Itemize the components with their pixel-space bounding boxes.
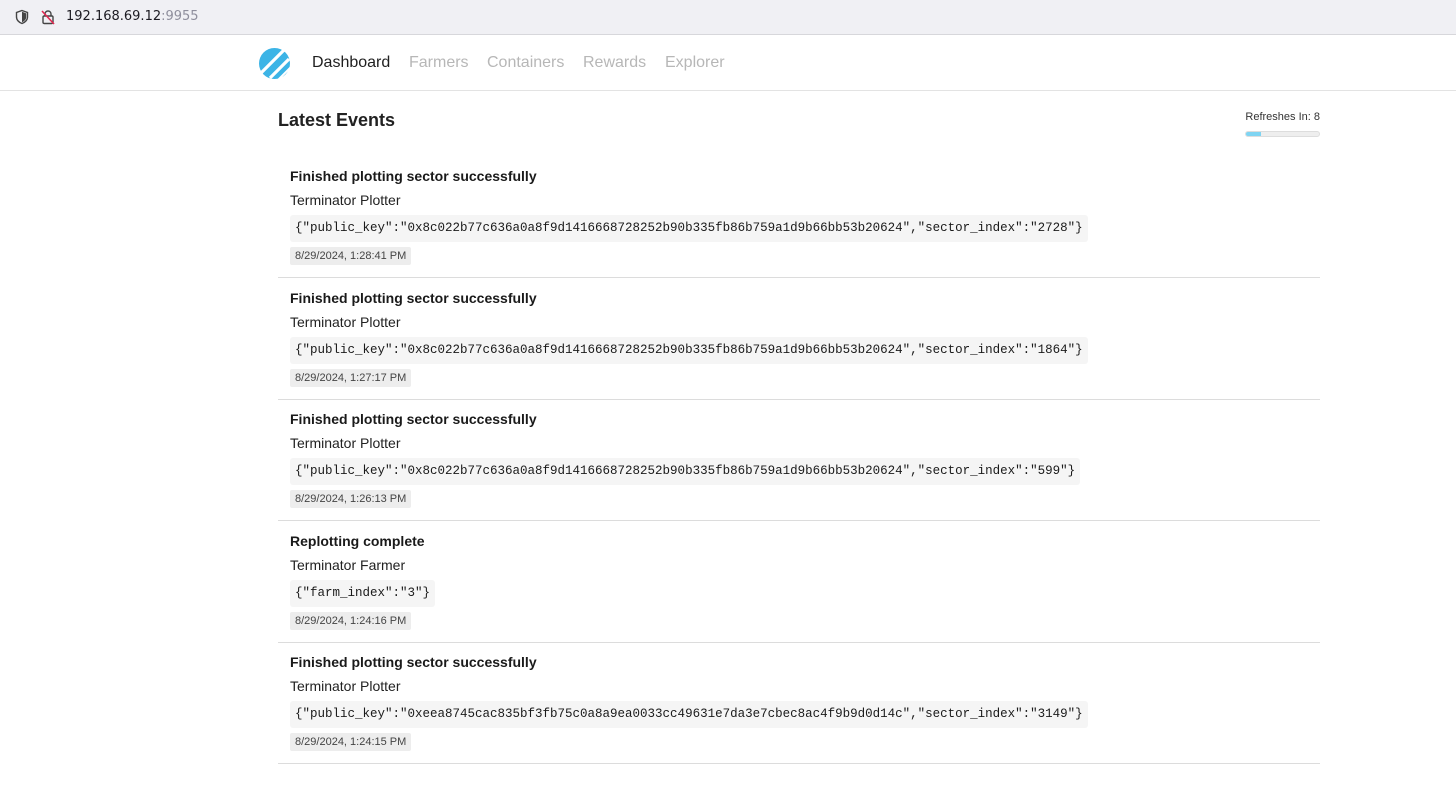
event-item: Finished plotting sector successfully Te…	[278, 279, 1320, 400]
event-timestamp: 8/29/2024, 1:27:17 PM	[290, 368, 412, 387]
event-item: Finished plotting sector successfully Te…	[278, 157, 1320, 278]
url-field[interactable]: 192.168.69.12:9955	[66, 9, 199, 24]
refresh-countdown: Refreshes In: 8	[1245, 111, 1320, 123]
event-payload: {"public_key":"0xeea8745cac835bf3fb75c0a…	[290, 701, 1088, 729]
event-payload: {"public_key":"0x8c022b77c636a0a8f9d1416…	[290, 215, 1088, 242]
event-payload: {"public_key":"0x8c022b77c636a0a8f9d1416…	[290, 458, 1081, 486]
event-item: Finished plotting sector successfully Te…	[278, 400, 1320, 522]
event-source: Terminator Farmer	[290, 556, 406, 573]
url-port: :9955	[161, 9, 199, 24]
refresh-progress-bar	[1245, 131, 1320, 137]
top-navbar: Dashboard Farmers Containers Rewards Exp…	[0, 36, 1456, 91]
browser-address-bar: 192.168.69.12:9955	[0, 0, 1456, 35]
refresh-progress-fill	[1246, 132, 1261, 136]
nav-explorer[interactable]: Explorer	[665, 54, 725, 72]
nav-dashboard[interactable]: Dashboard	[312, 54, 390, 72]
event-timestamp: 8/29/2024, 1:24:15 PM	[290, 733, 412, 752]
event-payload: {"public_key":"0x8c022b77c636a0a8f9d1416…	[290, 336, 1088, 364]
refresh-indicator: Refreshes In: 8	[1230, 111, 1320, 137]
shield-icon[interactable]	[14, 9, 30, 25]
event-title: Finished plotting sector successfully	[290, 654, 537, 671]
event-timestamp: 8/29/2024, 1:28:41 PM	[290, 247, 412, 265]
event-title: Finished plotting sector successfully	[290, 289, 537, 306]
event-source: Terminator Plotter	[290, 313, 401, 330]
event-payload: {"farm_index":"3"}	[290, 579, 436, 607]
event-item: Finished plotting sector successfully Te…	[278, 643, 1320, 765]
event-title: Finished plotting sector successfully	[290, 411, 537, 428]
event-source: Terminator Plotter	[290, 192, 401, 208]
event-source: Terminator Plotter	[290, 435, 401, 452]
event-title: Finished plotting sector successfully	[290, 168, 537, 184]
event-timestamp: 8/29/2024, 1:26:13 PM	[290, 490, 412, 509]
nav-containers[interactable]: Containers	[487, 54, 564, 72]
insecure-lock-icon[interactable]	[40, 9, 56, 25]
url-host: 192.168.69.12	[66, 9, 162, 24]
event-item: Replotting complete Terminator Farmer {"…	[278, 522, 1320, 643]
events-list: Finished plotting sector successfully Te…	[278, 157, 1320, 765]
event-timestamp: 8/29/2024, 1:24:16 PM	[290, 611, 412, 630]
nav-farmers[interactable]: Farmers	[409, 54, 469, 72]
page-title: Latest Events	[278, 110, 396, 130]
event-source: Terminator Plotter	[290, 678, 401, 695]
nav-rewards[interactable]: Rewards	[583, 54, 646, 72]
app-logo[interactable]	[258, 47, 291, 80]
event-title: Replotting complete	[290, 532, 425, 549]
